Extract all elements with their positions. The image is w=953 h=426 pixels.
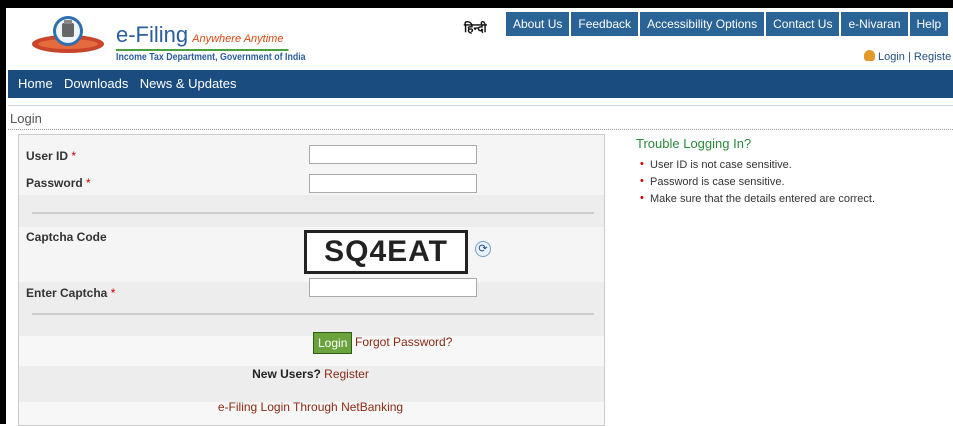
login-button[interactable]: Login (313, 332, 353, 354)
nav-downloads[interactable]: Downloads (64, 76, 128, 91)
button-row (19, 336, 604, 367)
user-id-input[interactable] (309, 145, 477, 164)
window-frame-top (0, 0, 953, 8)
brand-title: e-Filing (116, 22, 189, 47)
brand: e-Filing Anywhere Anytime Income Tax Depa… (116, 24, 312, 63)
top-nav-feedback[interactable]: Feedback (571, 12, 639, 36)
title-divider (8, 129, 953, 130)
trouble-tip: User ID is not case sensitive. (636, 158, 875, 171)
captcha-image: SQ4EAT (304, 230, 468, 274)
password-input[interactable] (309, 174, 477, 193)
login-register-links: Login | Registe (864, 50, 951, 63)
form-divider (32, 212, 594, 214)
new-users-label: New Users? (252, 367, 321, 381)
brand-tagline: Anywhere Anytime (192, 33, 284, 45)
top-nav-about-us[interactable]: About Us (506, 12, 570, 36)
header: e-Filing Anywhere Anytime Income Tax Depa… (8, 8, 953, 70)
divider (8, 105, 953, 106)
top-nav-contact-us[interactable]: Contact Us (766, 12, 840, 36)
top-nav-accessibility[interactable]: Accessibility Options (640, 12, 765, 36)
login-separator: | (904, 51, 914, 63)
window-frame-left (0, 0, 6, 424)
top-nav-e-nivaran[interactable]: e-Nivaran (841, 12, 908, 36)
enter-captcha-input[interactable] (309, 278, 477, 297)
income-tax-emblem-icon (32, 16, 104, 53)
register-link[interactable]: Register (324, 367, 369, 381)
netbanking-login-link[interactable]: e-Filing Login Through NetBanking (18, 400, 603, 414)
trouble-logging-in: Trouble Logging In? User ID is not case … (636, 136, 875, 210)
trouble-tips: User ID is not case sensitive. Password … (636, 158, 875, 205)
header-register-link[interactable]: Registe (914, 51, 951, 63)
password-label: Password * (26, 176, 91, 190)
main-nav: Home Downloads News & Updates (8, 70, 953, 98)
captcha-code-label: Captcha Code (26, 230, 107, 244)
hindi-language-link[interactable]: हिन्दी (464, 19, 487, 36)
form-divider-2 (32, 313, 594, 315)
trouble-tip: Password is case sensitive. (636, 175, 875, 188)
top-nav: About Us Feedback Accessibility Options … (504, 12, 949, 36)
forgot-password-link[interactable]: Forgot Password? (355, 335, 452, 349)
page-title: Login (10, 111, 42, 126)
top-nav-help[interactable]: Help (909, 12, 949, 36)
new-users: New Users? Register (18, 367, 603, 381)
header-login-link[interactable]: Login (878, 51, 905, 63)
page: e-Filing Anywhere Anytime Income Tax Depa… (8, 8, 953, 426)
trouble-tip: Make sure that the details entered are c… (636, 192, 875, 205)
nav-home[interactable]: Home (18, 76, 53, 91)
user-icon (864, 50, 875, 61)
user-id-label: User ID * (26, 149, 77, 163)
nav-news-updates[interactable]: News & Updates (140, 76, 237, 91)
refresh-captcha-icon[interactable]: ⟳ (475, 241, 491, 257)
brand-subtitle: Income Tax Department, Government of Ind… (116, 49, 306, 63)
enter-captcha-label: Enter Captcha * (26, 286, 116, 300)
trouble-title: Trouble Logging In? (636, 136, 752, 151)
